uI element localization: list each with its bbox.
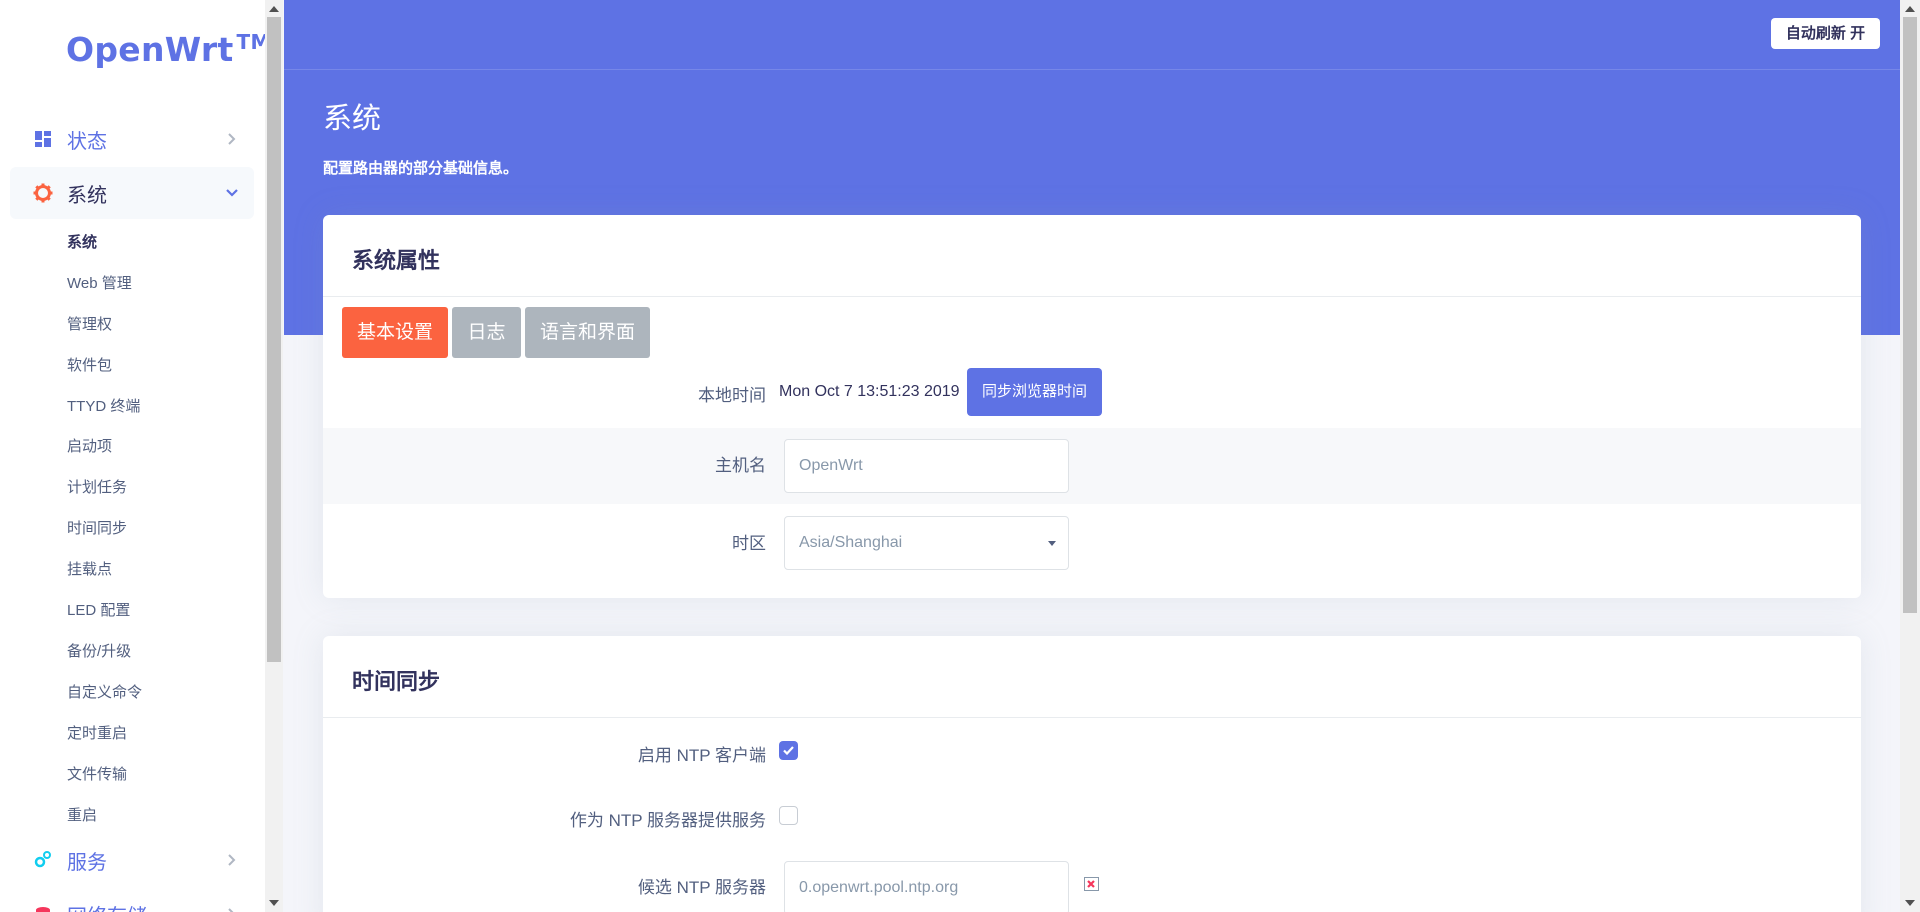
page-description: 配置路由器的部分基础信息。 — [323, 160, 519, 177]
sidebar-item-label: 网络存储 — [67, 900, 147, 912]
hostname-input[interactable]: OpenWrt — [784, 439, 1069, 493]
hostname-label: 主机名 — [715, 456, 766, 475]
sidebar-item-label: 状态 — [67, 130, 107, 153]
page-scrollbar-thumb[interactable] — [1903, 17, 1917, 613]
sidebar-subitem-mount[interactable]: 挂载点 — [67, 558, 112, 579]
candidate-ntp-servers-label: 候选 NTP 服务器 — [637, 878, 766, 897]
card-title: 时间同步 — [352, 669, 441, 694]
ntp-server-input[interactable]: 0.openwrt.pool.ntp.org — [784, 861, 1069, 912]
card-separator — [323, 717, 1861, 718]
timezone-label: 时区 — [732, 534, 766, 553]
provide-ntp-server-checkbox[interactable] — [779, 806, 798, 825]
scroll-up-arrow-icon[interactable] — [1905, 6, 1915, 12]
tab-basic-settings[interactable]: 基本设置 — [342, 307, 448, 358]
sidebar: OpenWrt TM 状态 系统 系统 Web 管理 管理权 软件包 TTYD … — [0, 0, 265, 912]
sidebar-subitem-packages[interactable]: 软件包 — [67, 354, 112, 375]
sidebar-subitem-backup[interactable]: 备份/升级 — [67, 640, 131, 661]
tab-language-ui[interactable]: 语言和界面 — [525, 307, 650, 358]
page-scrollbar[interactable] — [1900, 0, 1920, 912]
caret-down-icon — [1048, 541, 1056, 546]
sidebar-subitem-scheduled-reboot[interactable]: 定时重启 — [67, 722, 127, 743]
sidebar-subitem-time-sync[interactable]: 时间同步 — [67, 517, 127, 538]
brand-logo[interactable]: OpenWrt TM — [66, 30, 265, 69]
card-separator — [323, 296, 1861, 297]
check-icon — [783, 746, 794, 756]
page-title: 系统 — [323, 103, 382, 135]
sidebar-subitem-custom-cmd[interactable]: 自定义命令 — [67, 681, 142, 702]
provide-ntp-server-label: 作为 NTP 服务器提供服务 — [569, 811, 766, 830]
sidebar-subitem-led[interactable]: LED 配置 — [67, 599, 130, 620]
sidebar-item-status[interactable]: 状态 — [10, 113, 254, 165]
brand-tm: TM — [236, 30, 265, 54]
enable-ntp-client-checkbox[interactable] — [779, 741, 798, 760]
sidebar-subitem-startup[interactable]: 启动项 — [67, 435, 112, 456]
sidebar-subitem-admin[interactable]: 管理权 — [67, 313, 112, 334]
tab-logs[interactable]: 日志 — [452, 307, 521, 358]
dashboard-icon — [35, 131, 51, 147]
storage-icon — [36, 907, 50, 912]
sidebar-item-label: 系统 — [67, 184, 107, 207]
chevron-down-icon — [226, 189, 238, 197]
time-sync-card: 时间同步 — [323, 636, 1861, 912]
sidebar-subitem-cron[interactable]: 计划任务 — [67, 476, 127, 497]
chevron-right-icon — [228, 908, 234, 912]
sidebar-item-label: 服务 — [67, 851, 107, 874]
sidebar-scrollbar-thumb[interactable] — [267, 17, 281, 662]
remove-icon[interactable] — [1084, 876, 1100, 892]
sidebar-subitem-reboot[interactable]: 重启 — [67, 804, 97, 825]
local-time-label: 本地时间 — [698, 386, 766, 405]
timezone-select[interactable]: Asia/Shanghai — [784, 516, 1069, 570]
sync-browser-time-button[interactable]: 同步浏览器时间 — [967, 368, 1102, 416]
sidebar-item-nas[interactable]: 网络存储 — [10, 888, 254, 912]
auto-refresh-button[interactable]: 自动刷新 开 — [1771, 18, 1880, 49]
chevron-right-icon — [228, 133, 236, 145]
sidebar-item-services[interactable]: 服务 — [10, 834, 254, 886]
card-title: 系统属性 — [352, 248, 441, 273]
gear-icon — [33, 183, 53, 203]
sidebar-subitem-system[interactable]: 系统 — [67, 231, 97, 252]
chevron-right-icon — [228, 854, 236, 866]
header-divider — [284, 69, 1900, 70]
brand-name: OpenWrt — [66, 30, 234, 69]
enable-ntp-client-label: 启用 NTP 客户端 — [637, 746, 766, 765]
local-time-value: Mon Oct 7 13:51:23 2019 — [779, 383, 960, 400]
sidebar-subitem-file-transfer[interactable]: 文件传输 — [67, 763, 127, 784]
sidebar-subitem-ttyd[interactable]: TTYD 终端 — [67, 395, 140, 416]
gears-icon — [34, 851, 51, 868]
sidebar-subitem-web-admin[interactable]: Web 管理 — [67, 272, 132, 293]
sidebar-item-system[interactable]: 系统 — [10, 167, 254, 219]
timezone-value: Asia/Shanghai — [799, 534, 903, 551]
scroll-down-arrow-icon[interactable] — [269, 900, 279, 906]
scroll-down-arrow-icon[interactable] — [1905, 900, 1915, 906]
scroll-up-arrow-icon[interactable] — [269, 6, 279, 12]
